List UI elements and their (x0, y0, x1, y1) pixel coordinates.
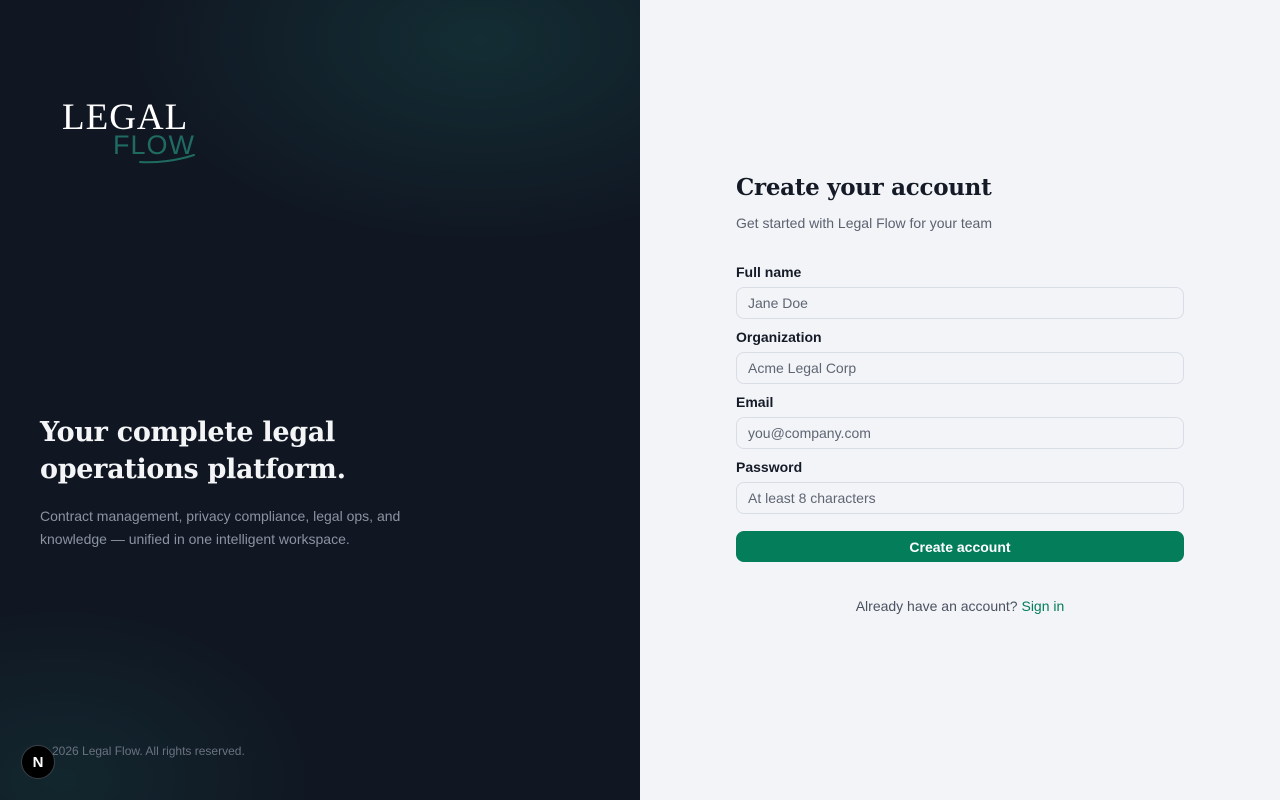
form-fields: Full name Organization Email Password (736, 262, 1184, 514)
password-field-group: Password (736, 457, 1184, 514)
full-name-field-group: Full name (736, 262, 1184, 319)
email-input[interactable] (736, 417, 1184, 449)
full-name-label: Full name (736, 264, 802, 280)
signin-prompt-row: Already have an account? Sign in (736, 596, 1184, 616)
legal-flow-logo: LEGAL FLOW (62, 98, 202, 168)
create-account-button[interactable]: Create account (736, 531, 1184, 562)
organization-label: Organization (736, 329, 822, 345)
hero-description: Contract management, privacy compliance,… (40, 508, 401, 547)
organization-field-group: Organization (736, 327, 1184, 384)
hero-panel: LEGAL FLOW Your complete legal operation… (0, 0, 640, 800)
copyright-text: 2026 Legal Flow. All rights reserved. (52, 744, 245, 758)
email-field-group: Email (736, 392, 1184, 449)
signin-prompt-text: Already have an account? (855, 598, 1018, 614)
nextjs-icon[interactable]: N (21, 745, 55, 779)
full-name-input[interactable] (736, 287, 1184, 319)
nextjs-badge-letter: N (32, 753, 44, 771)
hero-headline: Your complete legal operations platform. (40, 417, 346, 485)
signup-panel: Create your account Get started with Leg… (640, 0, 1280, 800)
signin-link[interactable]: Sign in (1021, 598, 1064, 614)
password-label: Password (736, 459, 803, 475)
form-title: Create your account (736, 174, 992, 201)
password-input[interactable] (736, 482, 1184, 514)
email-label: Email (736, 394, 774, 410)
organization-input[interactable] (736, 352, 1184, 384)
signup-form: Create your account Get started with Leg… (736, 172, 1184, 616)
logo-swoosh-icon (139, 154, 195, 164)
form-subtitle: Get started with Legal Flow for your tea… (736, 215, 992, 231)
